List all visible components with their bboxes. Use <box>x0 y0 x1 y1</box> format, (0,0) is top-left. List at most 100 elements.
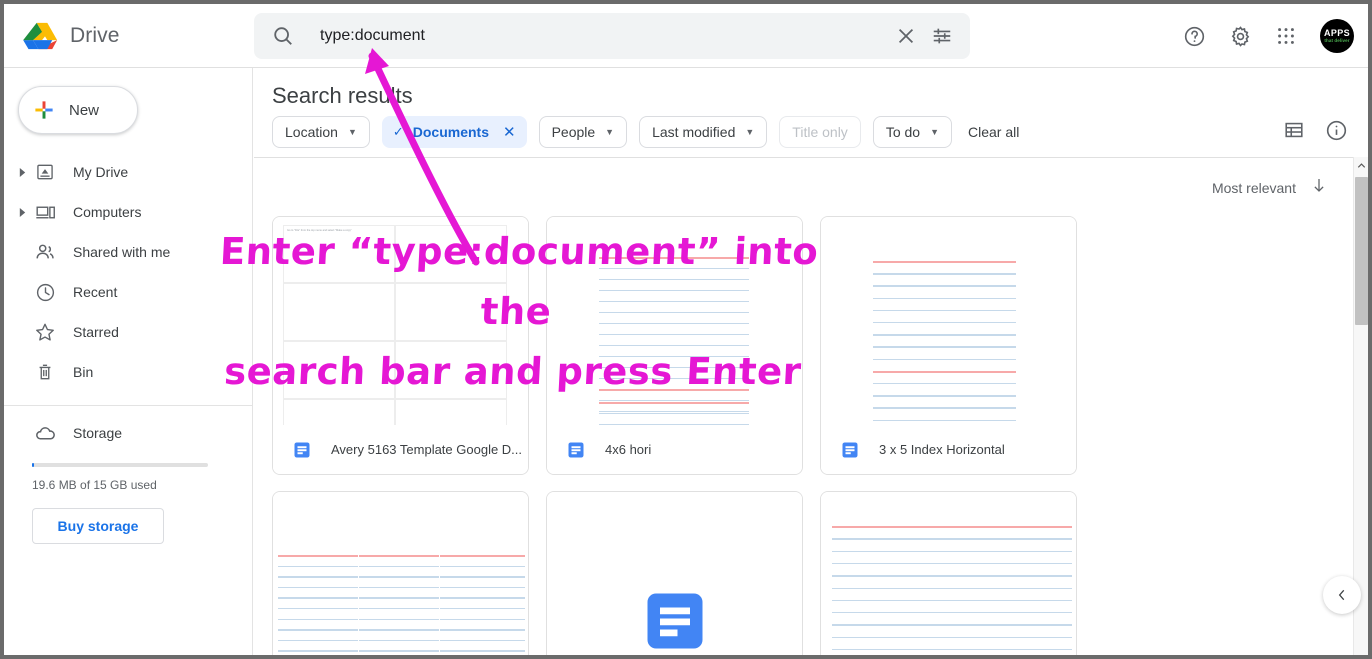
view-controls <box>1280 116 1350 144</box>
chip-label: Documents <box>412 124 489 140</box>
file-name: 3 x 5 Index Horizontal <box>879 442 1005 457</box>
buy-storage-button[interactable]: Buy storage <box>32 508 164 544</box>
clock-icon <box>32 280 58 304</box>
sidebar-item-shared-with-me[interactable]: Shared with me <box>4 232 252 272</box>
expand-caret-icon[interactable] <box>12 207 32 217</box>
thumbnail-lines <box>273 492 528 655</box>
thumbnail-cell <box>395 399 507 425</box>
drive-app-window: Drive type:document APPS that deliver Ne… <box>0 0 1372 659</box>
thumbnail-lines <box>821 217 1076 425</box>
file-thumbnail <box>547 217 802 425</box>
storage-progress-fill <box>32 463 34 467</box>
brand-name: Drive <box>70 24 120 47</box>
chip-people[interactable]: People ▼ <box>538 116 628 148</box>
info-circle-icon <box>1326 120 1346 140</box>
help-button[interactable] <box>1172 14 1216 58</box>
thumbnail-lines <box>547 217 802 425</box>
file-thumbnail <box>547 492 802 655</box>
scrollbar-thumb[interactable] <box>1355 177 1368 325</box>
google-docs-icon <box>647 593 702 648</box>
sidebar-item-computers[interactable]: Computers <box>4 192 252 232</box>
thumbnail-lines <box>821 492 1076 655</box>
chip-documents[interactable]: ✓ Documents ✕ <box>381 116 527 148</box>
sidebar-item-storage[interactable]: Storage <box>4 411 252 455</box>
file-card[interactable] <box>820 491 1077 655</box>
chevron-down-icon: ▼ <box>347 127 357 137</box>
my-drive-icon <box>32 160 58 184</box>
file-card[interactable]: 3 x 5 Index Horizontal <box>820 216 1077 475</box>
filter-chips: Location ▼ ✓ Documents ✕ People ▼ Last m… <box>272 116 1023 148</box>
google-apps-button[interactable] <box>1264 14 1308 58</box>
chevron-down-icon: ▼ <box>605 127 615 137</box>
file-card[interactable] <box>546 491 803 655</box>
trash-icon <box>32 360 58 384</box>
search-clear-button[interactable] <box>888 18 924 54</box>
apps-grid-icon <box>1278 28 1294 44</box>
arrow-down-icon[interactable] <box>1310 176 1328 199</box>
help-circle-icon <box>1184 26 1204 46</box>
thumbnail-cell <box>283 341 395 399</box>
avatar-top-text: APPS <box>1323 27 1351 38</box>
chip-location[interactable]: Location ▼ <box>272 116 370 148</box>
sidebar-item-label: My Drive <box>73 164 129 180</box>
avatar-bottom-text: that deliver <box>1324 37 1350 43</box>
chip-label: Location <box>285 124 338 140</box>
tune-icon <box>933 28 951 44</box>
scroll-up-button[interactable] <box>1354 157 1368 173</box>
file-card[interactable]: Go to "File" from the top menu and selec… <box>272 216 529 475</box>
app-header: Drive type:document APPS that deliver <box>4 4 1368 68</box>
file-name: 4x6 hori <box>605 442 652 457</box>
file-grid: Go to "File" from the top menu and selec… <box>272 216 1350 655</box>
sidebar: New My Drive Computers Shared with me Re… <box>4 68 253 655</box>
file-card[interactable]: 3 x 5 Vertical <box>272 491 529 655</box>
search-bar[interactable]: type:document <box>254 13 970 59</box>
collapse-panel-button[interactable] <box>1323 576 1361 614</box>
chip-label: Title only <box>792 124 848 140</box>
new-button[interactable]: New <box>18 86 138 134</box>
settings-button[interactable] <box>1218 14 1262 58</box>
close-icon[interactable]: ✕ <box>503 123 516 141</box>
sort-control[interactable]: Most relevant <box>1212 176 1328 199</box>
chip-label: To do <box>885 124 921 140</box>
google-docs-icon <box>294 442 310 457</box>
chevron-down-icon: ▼ <box>745 127 755 137</box>
file-card[interactable]: 4x6 hori <box>546 216 803 475</box>
star-icon <box>32 320 58 344</box>
storage-label: Storage <box>73 425 123 441</box>
expand-caret-icon[interactable] <box>12 167 32 177</box>
google-docs-icon <box>842 442 858 457</box>
google-docs-icon <box>568 442 584 457</box>
list-view-button[interactable] <box>1280 116 1308 144</box>
shared-with-me-icon <box>32 240 58 264</box>
chip-title-only[interactable]: Title only <box>779 116 861 148</box>
computers-icon <box>32 200 58 224</box>
chip-label: Last modified <box>652 124 736 140</box>
sidebar-item-my-drive[interactable]: My Drive <box>4 152 252 192</box>
file-card-footer: 3 x 5 Index Horizontal <box>821 425 1076 474</box>
thumbnail-cell <box>395 225 507 283</box>
chip-last-modified[interactable]: Last modified ▼ <box>639 116 768 148</box>
chevron-left-icon <box>1338 589 1345 601</box>
sidebar-item-starred[interactable]: Starred <box>4 312 252 352</box>
chip-label: People <box>551 124 596 140</box>
thumbnail-cell <box>283 225 395 283</box>
chip-to-do[interactable]: To do ▼ <box>872 116 952 148</box>
search-icon <box>274 27 292 45</box>
search-input[interactable]: type:document <box>320 27 888 45</box>
check-icon: ✓ <box>392 124 404 139</box>
clear-all-button[interactable]: Clear all <box>964 124 1023 140</box>
avatar[interactable]: APPS that deliver <box>1320 19 1354 53</box>
sidebar-item-bin[interactable]: Bin <box>4 352 252 392</box>
thumbnail-cell <box>283 399 395 425</box>
sidebar-nav: My Drive Computers Shared with me Recent… <box>4 152 252 392</box>
search-options-button[interactable] <box>924 18 960 54</box>
new-button-label: New <box>69 101 100 119</box>
sidebar-item-label: Recent <box>73 284 118 300</box>
details-button[interactable] <box>1322 116 1350 144</box>
brand: Drive <box>4 18 254 54</box>
sidebar-item-recent[interactable]: Recent <box>4 272 252 312</box>
sidebar-item-label: Starred <box>73 324 119 340</box>
storage-progress-bar <box>32 463 208 467</box>
sidebar-item-label: Computers <box>73 204 142 220</box>
file-thumbnail: Go to "File" from the top menu and selec… <box>273 217 528 425</box>
